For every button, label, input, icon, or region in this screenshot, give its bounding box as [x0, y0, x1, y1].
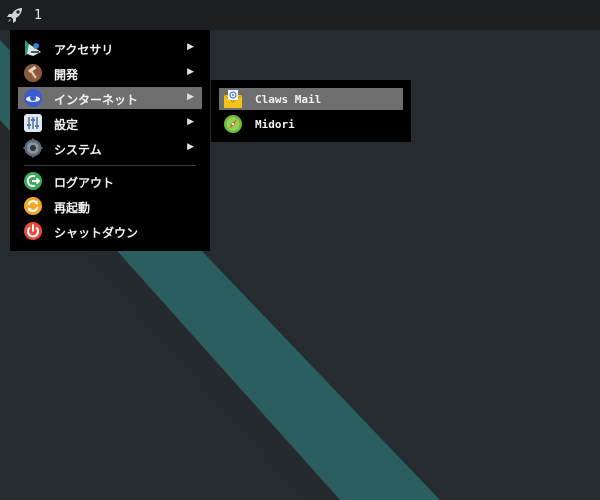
internet-submenu: Claws Mail Midori — [211, 80, 411, 142]
mail-icon — [223, 90, 243, 108]
browser-icon — [224, 115, 242, 133]
menu-item-internet[interactable]: インターネット ▶ — [18, 87, 202, 109]
top-panel: 1 — [0, 0, 600, 30]
menu-item-shutdown[interactable]: シャットダウン — [18, 220, 202, 242]
menu-item-accessories[interactable]: アクセサリ ▶ — [18, 37, 202, 59]
app-launcher-button[interactable] — [0, 0, 30, 30]
menu-item-development[interactable]: 開発 ▶ — [18, 62, 202, 84]
submenu-arrow-icon: ▶ — [187, 142, 194, 152]
development-icon — [24, 64, 42, 82]
accessories-icon — [25, 40, 41, 56]
shutdown-icon — [24, 222, 42, 240]
menu-item-system[interactable]: システム ▶ — [18, 137, 202, 159]
desktop: 1 アクセサリ ▶ 開発 ▶ インターネット ▶ 設定 ▶ システム ▶ ログア… — [0, 0, 600, 500]
rocket-icon — [7, 8, 22, 23]
submenu-item-midori[interactable]: Midori — [219, 113, 403, 135]
menu-divider — [24, 165, 196, 166]
menu-item-logout[interactable]: ログアウト — [18, 170, 202, 192]
submenu-arrow-icon: ▶ — [187, 67, 194, 77]
system-icon — [23, 138, 43, 158]
submenu-arrow-icon: ▶ — [187, 117, 194, 127]
logout-icon — [24, 172, 42, 190]
workspace-indicator[interactable]: 1 — [34, 8, 42, 23]
menu-item-settings[interactable]: 設定 ▶ — [18, 112, 202, 134]
submenu-arrow-icon: ▶ — [187, 92, 194, 102]
submenu-item-claws-mail[interactable]: Claws Mail — [219, 88, 403, 110]
submenu-arrow-icon: ▶ — [187, 42, 194, 52]
menu-item-restart[interactable]: 再起動 — [18, 195, 202, 217]
internet-icon — [24, 89, 42, 107]
application-menu: アクセサリ ▶ 開発 ▶ インターネット ▶ 設定 ▶ システム ▶ ログアウト… — [10, 30, 210, 251]
restart-icon — [24, 197, 42, 215]
settings-icon — [24, 114, 42, 132]
